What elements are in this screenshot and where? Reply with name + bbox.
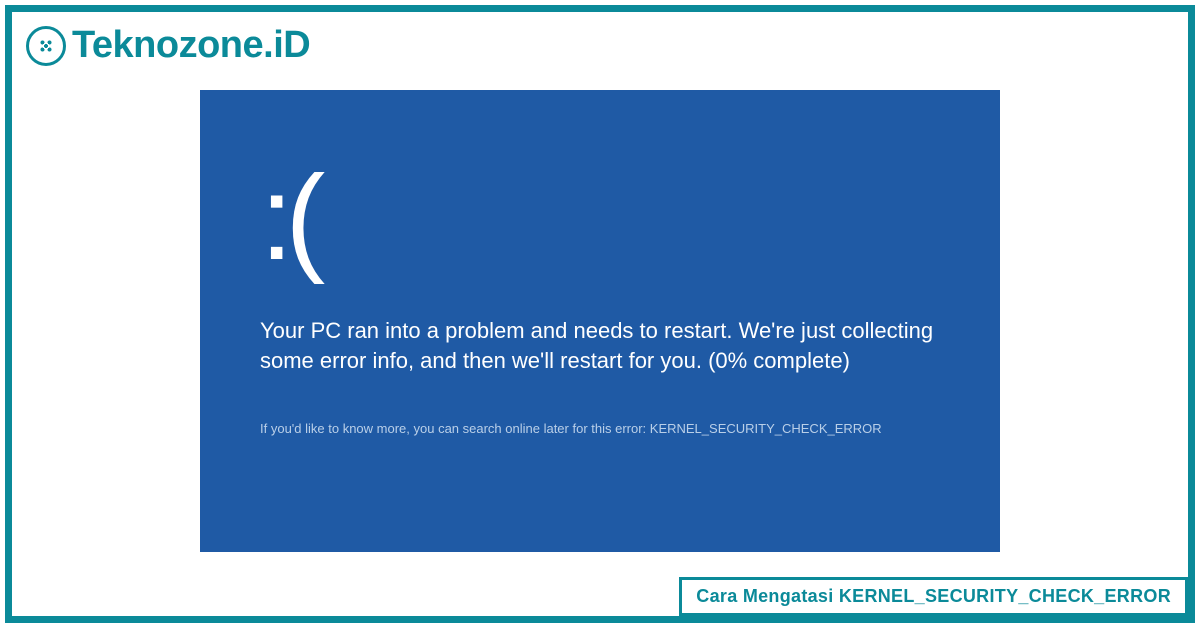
- bsod-panel: :( Your PC ran into a problem and needs …: [200, 90, 1000, 552]
- article-caption: Cara Mengatasi KERNEL_SECURITY_CHECK_ERR…: [679, 577, 1188, 616]
- bsod-hint: If you'd like to know more, you can sear…: [260, 421, 940, 436]
- site-logo: Teknozone.iD: [26, 24, 310, 67]
- brand-name: Teknozone.iD: [72, 24, 310, 67]
- sad-face-icon: :(: [260, 170, 940, 266]
- bsod-message: Your PC ran into a problem and needs to …: [260, 316, 940, 375]
- brain-chip-icon: [26, 26, 66, 66]
